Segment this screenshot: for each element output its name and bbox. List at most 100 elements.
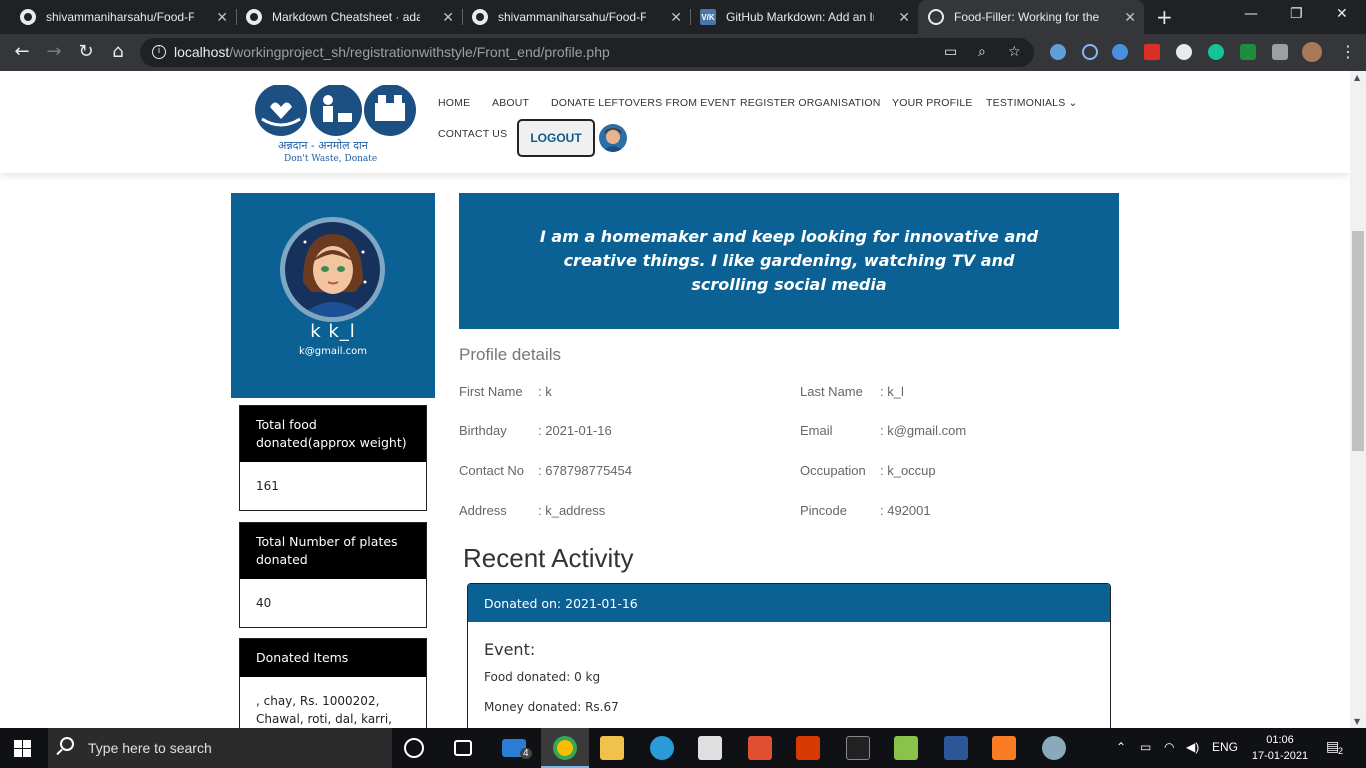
paint-icon[interactable] (1042, 736, 1066, 760)
user-avatar-image (602, 128, 624, 152)
search-icon (60, 737, 74, 751)
vk-icon: V/K (700, 9, 716, 25)
url-text[interactable]: localhost/workingproject_sh/registration… (174, 44, 610, 60)
site-logo[interactable]: अन्नदान - अनमोल दान Don't Waste, Donate (254, 84, 416, 165)
activity-card: Donated on: 2021-01-16 Event: Food donat… (467, 583, 1111, 728)
browser-tab-1[interactable]: shivammaniharsahu/Food-Fille ✕ (10, 0, 236, 34)
close-window-icon[interactable]: ✕ (1336, 6, 1348, 22)
restore-icon[interactable]: ❐ (1290, 6, 1303, 22)
reload-icon[interactable]: ↻ (74, 41, 98, 62)
browser-tab-4[interactable]: V/K GitHub Markdown: Add an Ima ✕ (690, 0, 918, 34)
stat-label: Total food donated(approx weight) (240, 406, 426, 462)
stat-total-plates: Total Number of plates donated 40 (239, 522, 427, 628)
notepad-plus-icon[interactable] (894, 736, 918, 760)
fish-extension-icon[interactable] (1240, 44, 1256, 60)
stat-value: 40 (256, 596, 272, 610)
last-name-value: : k_l (880, 384, 904, 399)
close-tab-icon[interactable]: ✕ (1124, 9, 1136, 26)
birthday-label: Birthday (459, 423, 507, 438)
close-tab-icon[interactable]: ✕ (216, 9, 228, 26)
word-icon[interactable] (944, 736, 968, 760)
pincode-label: Pincode (800, 503, 847, 518)
office-icon[interactable] (796, 736, 820, 760)
terminal-icon[interactable] (846, 736, 870, 760)
nav-testimonials[interactable]: TESTIMONIALS ⌄ (986, 97, 1078, 109)
stat-label: Donated Items (240, 639, 426, 677)
windows-start-icon[interactable] (14, 740, 31, 757)
nav-your-profile[interactable]: YOUR PROFILE (892, 97, 973, 109)
nav-about[interactable]: ABOUT (492, 97, 529, 109)
scrollbar-thumb[interactable] (1352, 231, 1364, 451)
zoom-icon[interactable]: ⌕ (978, 44, 986, 60)
browser-tab-2[interactable]: Markdown Cheatsheet · adam- ✕ (236, 0, 462, 34)
file-explorer-icon[interactable] (600, 736, 624, 760)
react-devtools-icon[interactable] (1082, 44, 1098, 60)
new-tab-button[interactable]: + (1156, 5, 1173, 29)
store-icon[interactable] (698, 736, 722, 760)
home-icon[interactable]: ⌂ (106, 41, 130, 62)
bookmark-star-icon[interactable]: ☆ (1008, 44, 1021, 60)
grammarly-icon[interactable] (1208, 44, 1224, 60)
extensions-puzzle-icon[interactable] (1272, 44, 1288, 60)
recent-activity-title: Recent Activity (463, 543, 634, 573)
contact-label: Contact No (459, 463, 525, 478)
nav-contact-us[interactable]: CONTACT US (438, 128, 507, 140)
scroll-up-icon[interactable]: ▲ (1354, 73, 1360, 82)
stat-value: 161 (256, 479, 279, 493)
browser-tab-3[interactable]: shivammaniharsahu/Food-Fille ✕ (462, 0, 690, 34)
profile-bio: I am a homemaker and keep looking for in… (459, 193, 1119, 329)
language-indicator[interactable]: ENG (1212, 740, 1238, 754)
cast-icon[interactable]: ▭ (944, 44, 957, 60)
volume-icon[interactable]: ◀) (1186, 740, 1199, 754)
activity-money-line: Money donated: Rs.67 (484, 700, 619, 714)
chrome-icon[interactable] (553, 736, 577, 760)
forward-icon[interactable]: → (42, 41, 66, 62)
web-page: अन्नदान - अनमोल दान Don't Waste, Donate … (0, 71, 1350, 728)
taskbar-search[interactable]: Type here to search (48, 728, 392, 768)
xampp-icon[interactable] (992, 736, 1016, 760)
chevron-down-icon: ⌄ (1068, 97, 1078, 109)
feather-extension-icon[interactable] (1112, 44, 1128, 60)
contact-value: : 678798775454 (538, 463, 632, 478)
wifi-icon[interactable]: ◠ (1164, 740, 1174, 754)
profile-avatar-icon[interactable] (1302, 42, 1322, 62)
site-info-icon[interactable]: i (152, 45, 166, 59)
page-scrollbar[interactable]: ▲ ▼ (1350, 71, 1366, 728)
office-tiles-icon[interactable] (748, 736, 772, 760)
edge-icon[interactable] (650, 736, 674, 760)
address-bar[interactable]: i localhost/workingproject_sh/registrati… (140, 38, 1034, 67)
user-avatar-small[interactable] (599, 124, 627, 152)
profile-avatar-image (299, 234, 367, 317)
github-extension-icon[interactable] (1176, 44, 1192, 60)
browser-tab-5-active[interactable]: Food-Filler: Working for the ne ✕ (918, 0, 1144, 34)
github-icon (20, 9, 36, 25)
logout-button[interactable]: LOGOUT (517, 119, 595, 157)
browser-menu-icon[interactable]: ⋮ (1336, 42, 1360, 61)
mail-badge: 4 (520, 748, 532, 759)
email-label: Email (800, 423, 833, 438)
nav-donate-leftovers[interactable]: DONATE LEFTOVERS FROM EVENT (551, 97, 736, 109)
battery-icon[interactable]: ▭ (1140, 740, 1151, 754)
minimize-icon[interactable]: — (1244, 6, 1258, 22)
stat-label: Total Number of plates donated (240, 523, 426, 579)
tray-chevron-icon[interactable]: ⌃ (1116, 740, 1126, 754)
globe-icon (928, 9, 944, 25)
pen-extension-icon[interactable] (1050, 44, 1066, 60)
profile-details-title: Profile details (459, 345, 562, 364)
nav-register-organisation[interactable]: REGISTER ORGANISATION (740, 97, 881, 109)
activity-event-label: Event: (484, 640, 536, 659)
back-icon[interactable]: ← (10, 41, 34, 62)
close-tab-icon[interactable]: ✕ (670, 9, 682, 26)
pdf-extension-icon[interactable] (1144, 44, 1160, 60)
tab-title: Markdown Cheatsheet · adam- (272, 10, 420, 24)
close-tab-icon[interactable]: ✕ (442, 9, 454, 26)
system-clock[interactable]: 01:06 17-01-2021 (1250, 732, 1310, 764)
close-tab-icon[interactable]: ✕ (898, 9, 910, 26)
task-view-icon[interactable] (454, 740, 472, 756)
first-name-value: : k (538, 384, 552, 399)
cortana-icon[interactable] (404, 738, 424, 758)
nav-home[interactable]: HOME (438, 97, 470, 109)
github-icon (472, 9, 488, 25)
browser-tab-strip: shivammaniharsahu/Food-Fille ✕ Markdown … (0, 0, 1366, 34)
scroll-down-icon[interactable]: ▼ (1354, 717, 1360, 726)
